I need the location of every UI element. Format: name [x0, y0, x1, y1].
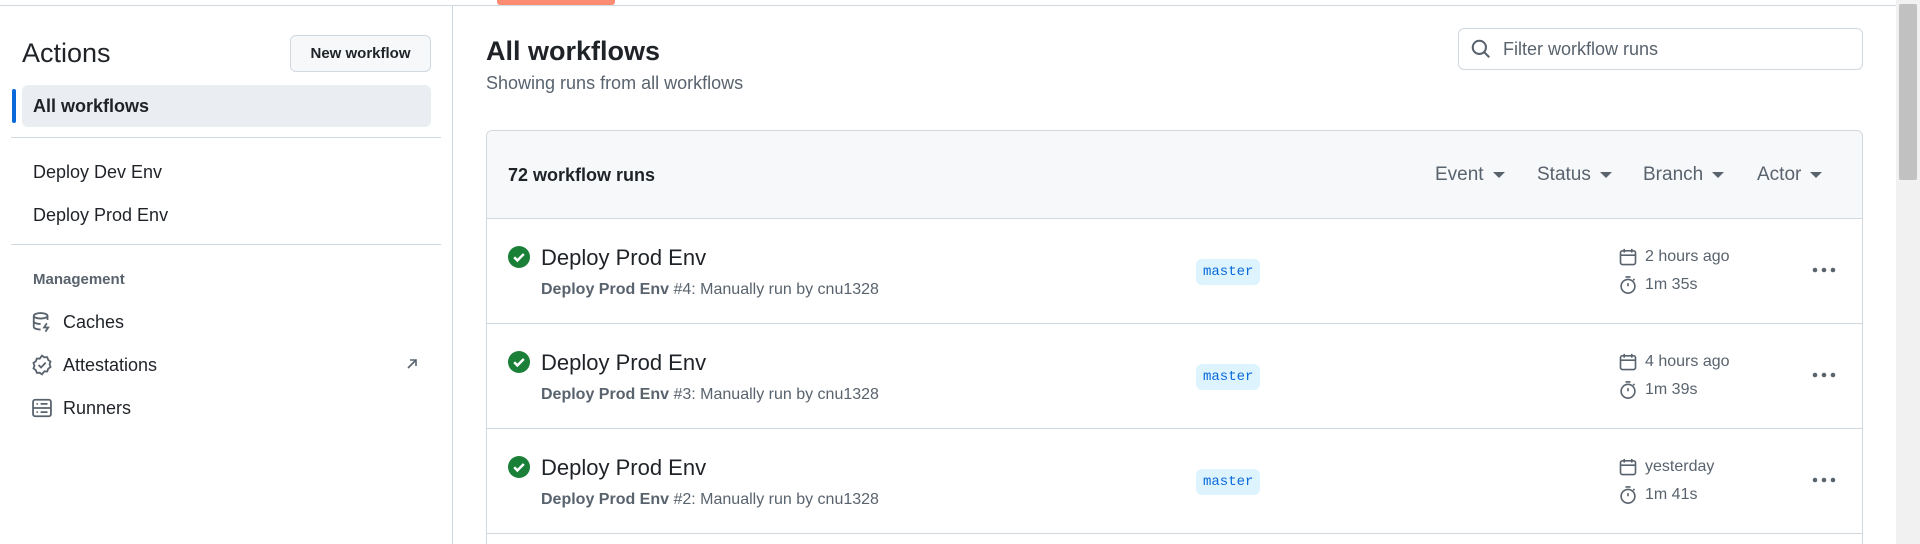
run-meta: Deploy Prod Env #3: Manually run by cnu1…: [541, 386, 879, 404]
sidebar-item-deploy-prod-env[interactable]: Deploy Prod Env: [33, 205, 168, 226]
run-duration: 1m 39s: [1618, 380, 1697, 400]
run-workflow-name: Deploy Prod Env: [541, 281, 670, 298]
branch-badge[interactable]: master: [1196, 259, 1261, 285]
sidebar-item-label: Runners: [63, 397, 132, 418]
filter-placeholder: Filter workflow runs: [1503, 38, 1659, 59]
dropdown-label: Event: [1435, 164, 1484, 185]
sidebar-title: Actions: [22, 38, 111, 68]
branch-badge[interactable]: master: [1196, 469, 1261, 495]
workflow-runs-list: 72 workflow runs Event Status Branch Act…: [486, 130, 1863, 544]
actor-filter-dropdown[interactable]: Actor: [1757, 164, 1823, 186]
sidebar-item-label: All workflows: [33, 96, 150, 116]
caret-down-icon: [1492, 172, 1505, 178]
runs-count: 72 workflow runs: [508, 165, 656, 185]
run-title[interactable]: Deploy Prod Env: [541, 455, 706, 481]
filter-workflow-runs-input[interactable]: Filter workflow runs: [1458, 28, 1863, 70]
run-row[interactable]: Deploy Prod Env Deploy Prod Env #4: Manu…: [487, 219, 1862, 324]
sidebar: Actions New workflow All workflows Deplo…: [0, 6, 453, 544]
run-time-text: 2 hours ago: [1645, 248, 1730, 265]
run-time: 4 hours ago: [1618, 352, 1730, 372]
run-workflow-name: Deploy Prod Env: [541, 386, 670, 403]
new-workflow-button[interactable]: New workflow: [290, 35, 431, 72]
page-subtitle: Showing runs from all workflows: [486, 73, 744, 93]
active-tab-underline: [497, 0, 615, 5]
run-row[interactable]: Deploy Prod Env Deploy Prod Env #2: Manu…: [487, 429, 1862, 534]
scrollbar-thumb[interactable]: [1899, 4, 1917, 180]
page-scrollbar[interactable]: [1896, 0, 1920, 544]
caret-down-icon: [1810, 172, 1823, 178]
dropdown-label: Actor: [1757, 164, 1802, 185]
branch-badge[interactable]: master: [1196, 364, 1261, 390]
status-filter-dropdown[interactable]: Status: [1537, 164, 1612, 186]
sidebar-item-label: Attestations: [63, 354, 158, 375]
branch-filter-dropdown[interactable]: Branch: [1643, 164, 1725, 186]
stopwatch-icon: [1620, 381, 1636, 399]
run-duration-text: 1m 39s: [1645, 381, 1698, 398]
calendar-icon: [1619, 458, 1637, 476]
management-section-label: Management: [33, 271, 125, 288]
sidebar-item-all-workflows[interactable]: All workflows: [22, 85, 431, 127]
run-options-kebab-icon[interactable]: [1807, 465, 1841, 495]
search-icon: [1469, 37, 1493, 61]
success-check-icon: [508, 456, 530, 478]
caret-down-icon: [1599, 172, 1612, 178]
runs-list-header: 72 workflow runs Event Status Branch Act…: [487, 131, 1862, 219]
sidebar-item-caches[interactable]: Caches: [30, 306, 430, 338]
run-duration-text: 1m 35s: [1645, 276, 1698, 293]
run-time: 2 hours ago: [1618, 247, 1730, 267]
run-duration: 1m 35s: [1618, 275, 1697, 295]
sidebar-divider: [11, 137, 441, 138]
run-time-text: 4 hours ago: [1645, 353, 1730, 370]
event-filter-dropdown[interactable]: Event: [1435, 164, 1505, 186]
sidebar-item-deploy-dev-env[interactable]: Deploy Dev Env: [33, 162, 162, 183]
sidebar-item-runners[interactable]: Runners: [30, 392, 430, 424]
run-title[interactable]: Deploy Prod Env: [541, 245, 706, 271]
run-options-kebab-icon[interactable]: [1807, 360, 1841, 390]
run-meta: Deploy Prod Env #4: Manually run by cnu1…: [541, 281, 879, 299]
run-time-text: yesterday: [1645, 458, 1715, 475]
selected-indicator: [12, 89, 16, 123]
run-duration: 1m 41s: [1618, 485, 1697, 505]
database-icon: [30, 310, 54, 334]
sidebar-divider: [11, 244, 441, 245]
verified-icon: [30, 353, 54, 377]
success-check-icon: [508, 246, 530, 268]
external-link-icon: [404, 356, 420, 377]
run-description: #3: Manually run by cnu1328: [669, 386, 879, 403]
run-title[interactable]: Deploy Prod Env: [541, 350, 706, 376]
stopwatch-icon: [1620, 276, 1636, 294]
dropdown-label: Status: [1537, 164, 1591, 185]
server-icon: [30, 396, 54, 420]
run-description: #2: Manually run by cnu1328: [669, 491, 879, 508]
run-meta: Deploy Prod Env #2: Manually run by cnu1…: [541, 491, 879, 509]
dropdown-label: Branch: [1643, 164, 1704, 185]
page-title: All workflows: [486, 36, 661, 66]
run-time: yesterday: [1618, 457, 1714, 477]
stopwatch-icon: [1620, 486, 1636, 504]
run-duration-text: 1m 41s: [1645, 486, 1698, 503]
run-options-kebab-icon[interactable]: [1807, 255, 1841, 285]
run-workflow-name: Deploy Prod Env: [541, 491, 670, 508]
sidebar-item-attestations[interactable]: Attestations: [30, 349, 430, 381]
success-check-icon: [508, 351, 530, 373]
calendar-icon: [1619, 248, 1637, 266]
run-row[interactable]: Deploy Prod Env Deploy Prod Env #3: Manu…: [487, 324, 1862, 429]
calendar-icon: [1619, 353, 1637, 371]
sidebar-item-label: Caches: [63, 311, 125, 332]
run-description: #4: Manually run by cnu1328: [669, 281, 879, 298]
caret-down-icon: [1712, 172, 1725, 178]
